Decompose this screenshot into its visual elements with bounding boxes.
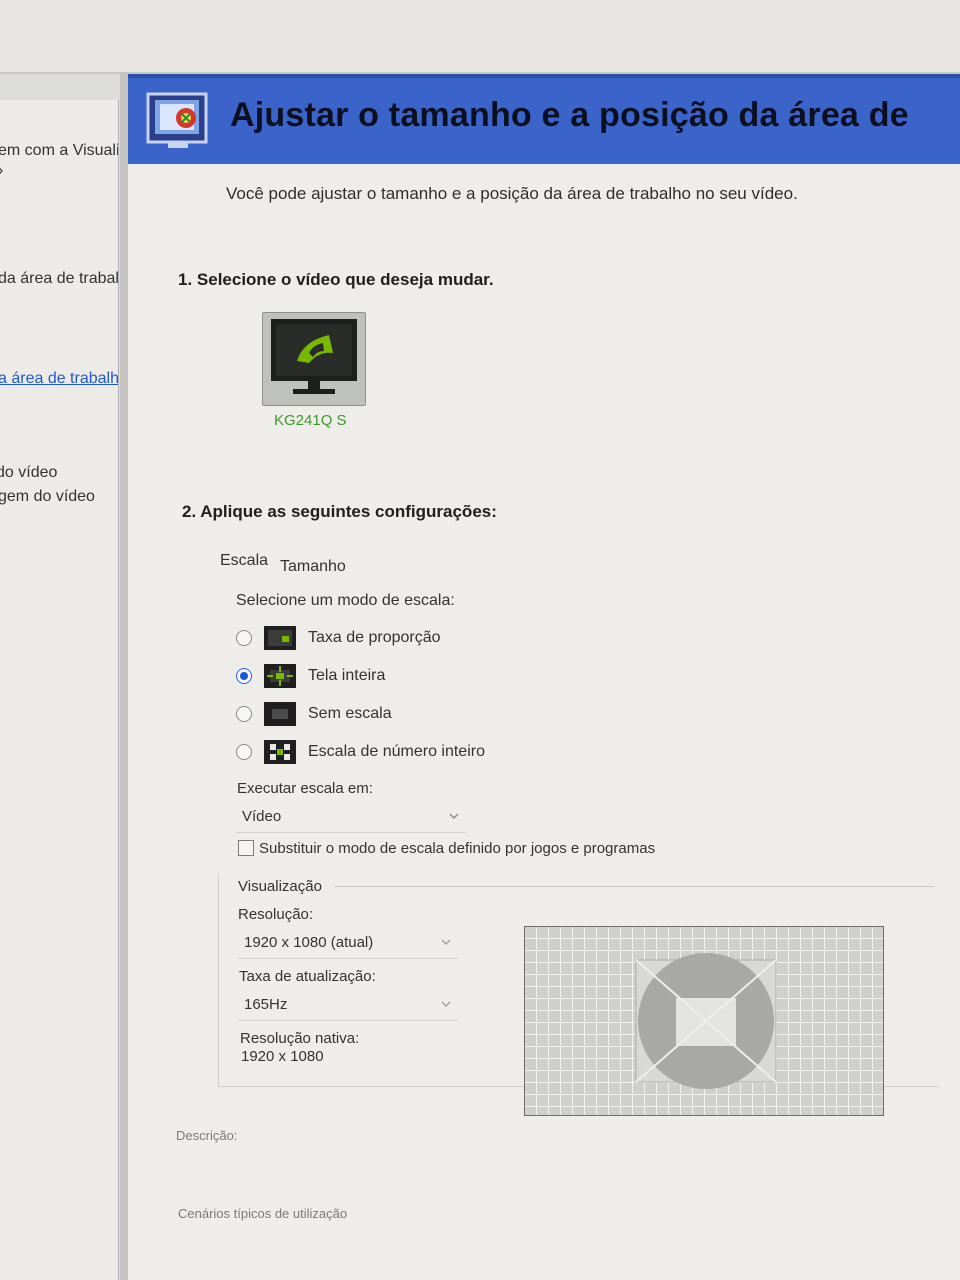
perform-scaling-value: Vídeo	[242, 808, 282, 825]
display-settings-icon	[146, 92, 208, 148]
mode-label-no-scaling: Sem escala	[308, 705, 392, 722]
mode-option-no-scaling[interactable]: Sem escala	[236, 702, 596, 730]
nav-item-manage-3d[interactable]: em com a Visuali	[0, 142, 118, 160]
screen: em com a Visuali › da área de trabal a á…	[0, 0, 960, 1280]
nav-item-change-desktop[interactable]: da área de trabal	[0, 270, 118, 288]
chevron-down-icon	[441, 939, 451, 945]
page-title: Ajustar o tamanho e a posição da área de	[230, 96, 909, 134]
panel-divider[interactable]	[120, 72, 128, 1280]
mode-option-full-screen[interactable]: Tela inteira	[236, 664, 596, 692]
chevron-down-icon	[441, 1001, 451, 1007]
radio-full-screen[interactable]	[236, 668, 252, 684]
left-navigation-panel: em com a Visuali › da área de trabal a á…	[0, 100, 119, 1280]
step2-heading: 2. Aplique as seguintes configurações:	[182, 502, 497, 521]
override-scaling-label: Substituir o modo de escala definido por…	[259, 840, 656, 857]
refresh-rate-value: 165Hz	[244, 996, 288, 1013]
native-resolution-value: 1920 x 1080	[241, 1048, 324, 1065]
radio-integer-scaling[interactable]	[236, 744, 252, 760]
scale-mode-label: Selecione um modo de escala:	[236, 592, 455, 609]
display-selector-tile[interactable]	[262, 312, 366, 406]
refresh-rate-select[interactable]: 165Hz	[238, 992, 458, 1021]
integer-scaling-icon	[264, 740, 296, 764]
mode-label-aspect-ratio: Taxa de proporção	[308, 629, 441, 646]
chevron-down-icon	[449, 813, 459, 819]
description-label: Descrição:	[176, 1128, 238, 1143]
resolution-select[interactable]: 1920 x 1080 (atual)	[238, 930, 458, 959]
no-scaling-icon	[264, 702, 296, 726]
radio-aspect-ratio[interactable]	[236, 630, 252, 646]
nav-item-video-color[interactable]: do vídeo	[0, 464, 57, 482]
mode-label-integer-scaling: Escala de número inteiro	[308, 743, 485, 760]
typical-scenarios-label: Cenários típicos de utilização	[178, 1206, 348, 1221]
mode-label-full-screen: Tela inteira	[308, 667, 386, 684]
full-screen-icon	[264, 664, 296, 688]
mode-option-aspect-ratio[interactable]: Taxa de proporção	[236, 626, 596, 654]
nav-item-video-image[interactable]: gem do vídeo	[0, 488, 95, 506]
resolution-label: Resolução:	[238, 906, 314, 923]
perform-scaling-select[interactable]: Vídeo	[236, 804, 466, 833]
step1-heading: 1. Selecione o vídeo que deseja mudar.	[178, 270, 494, 289]
tab-scaling[interactable]: Escala	[220, 552, 268, 570]
nav-item-adjust-desktop-size[interactable]: a área de trabalh	[0, 370, 118, 388]
mode-option-integer-scaling[interactable]: Escala de número inteiro	[236, 740, 596, 768]
resolution-value: 1920 x 1080 (atual)	[244, 934, 374, 951]
nvidia-monitor-icon	[271, 319, 357, 394]
refresh-rate-label: Taxa de atualização:	[239, 968, 376, 985]
perform-scaling-label: Executar escala em:	[237, 780, 373, 797]
scaling-preview-image	[524, 926, 884, 1116]
tab-size[interactable]: Tamanho	[280, 558, 346, 576]
window-top-frame	[0, 0, 960, 74]
nav-item-fragment: ›	[0, 162, 3, 180]
display-name-label: KG241Q S	[274, 412, 347, 429]
main-content: Ajustar o tamanho e a posição da área de…	[128, 74, 960, 1280]
override-scaling-checkbox[interactable]	[238, 840, 254, 856]
header-bar: Ajustar o tamanho e a posição da área de	[128, 74, 960, 164]
aspect-ratio-icon	[264, 626, 296, 650]
native-resolution-label: Resolução nativa:	[240, 1030, 360, 1047]
preview-separator	[334, 886, 934, 887]
page-subtitle: Você pode ajustar o tamanho e a posição …	[226, 184, 798, 203]
radio-no-scaling[interactable]	[236, 706, 252, 722]
preview-label: Visualização	[238, 878, 322, 895]
